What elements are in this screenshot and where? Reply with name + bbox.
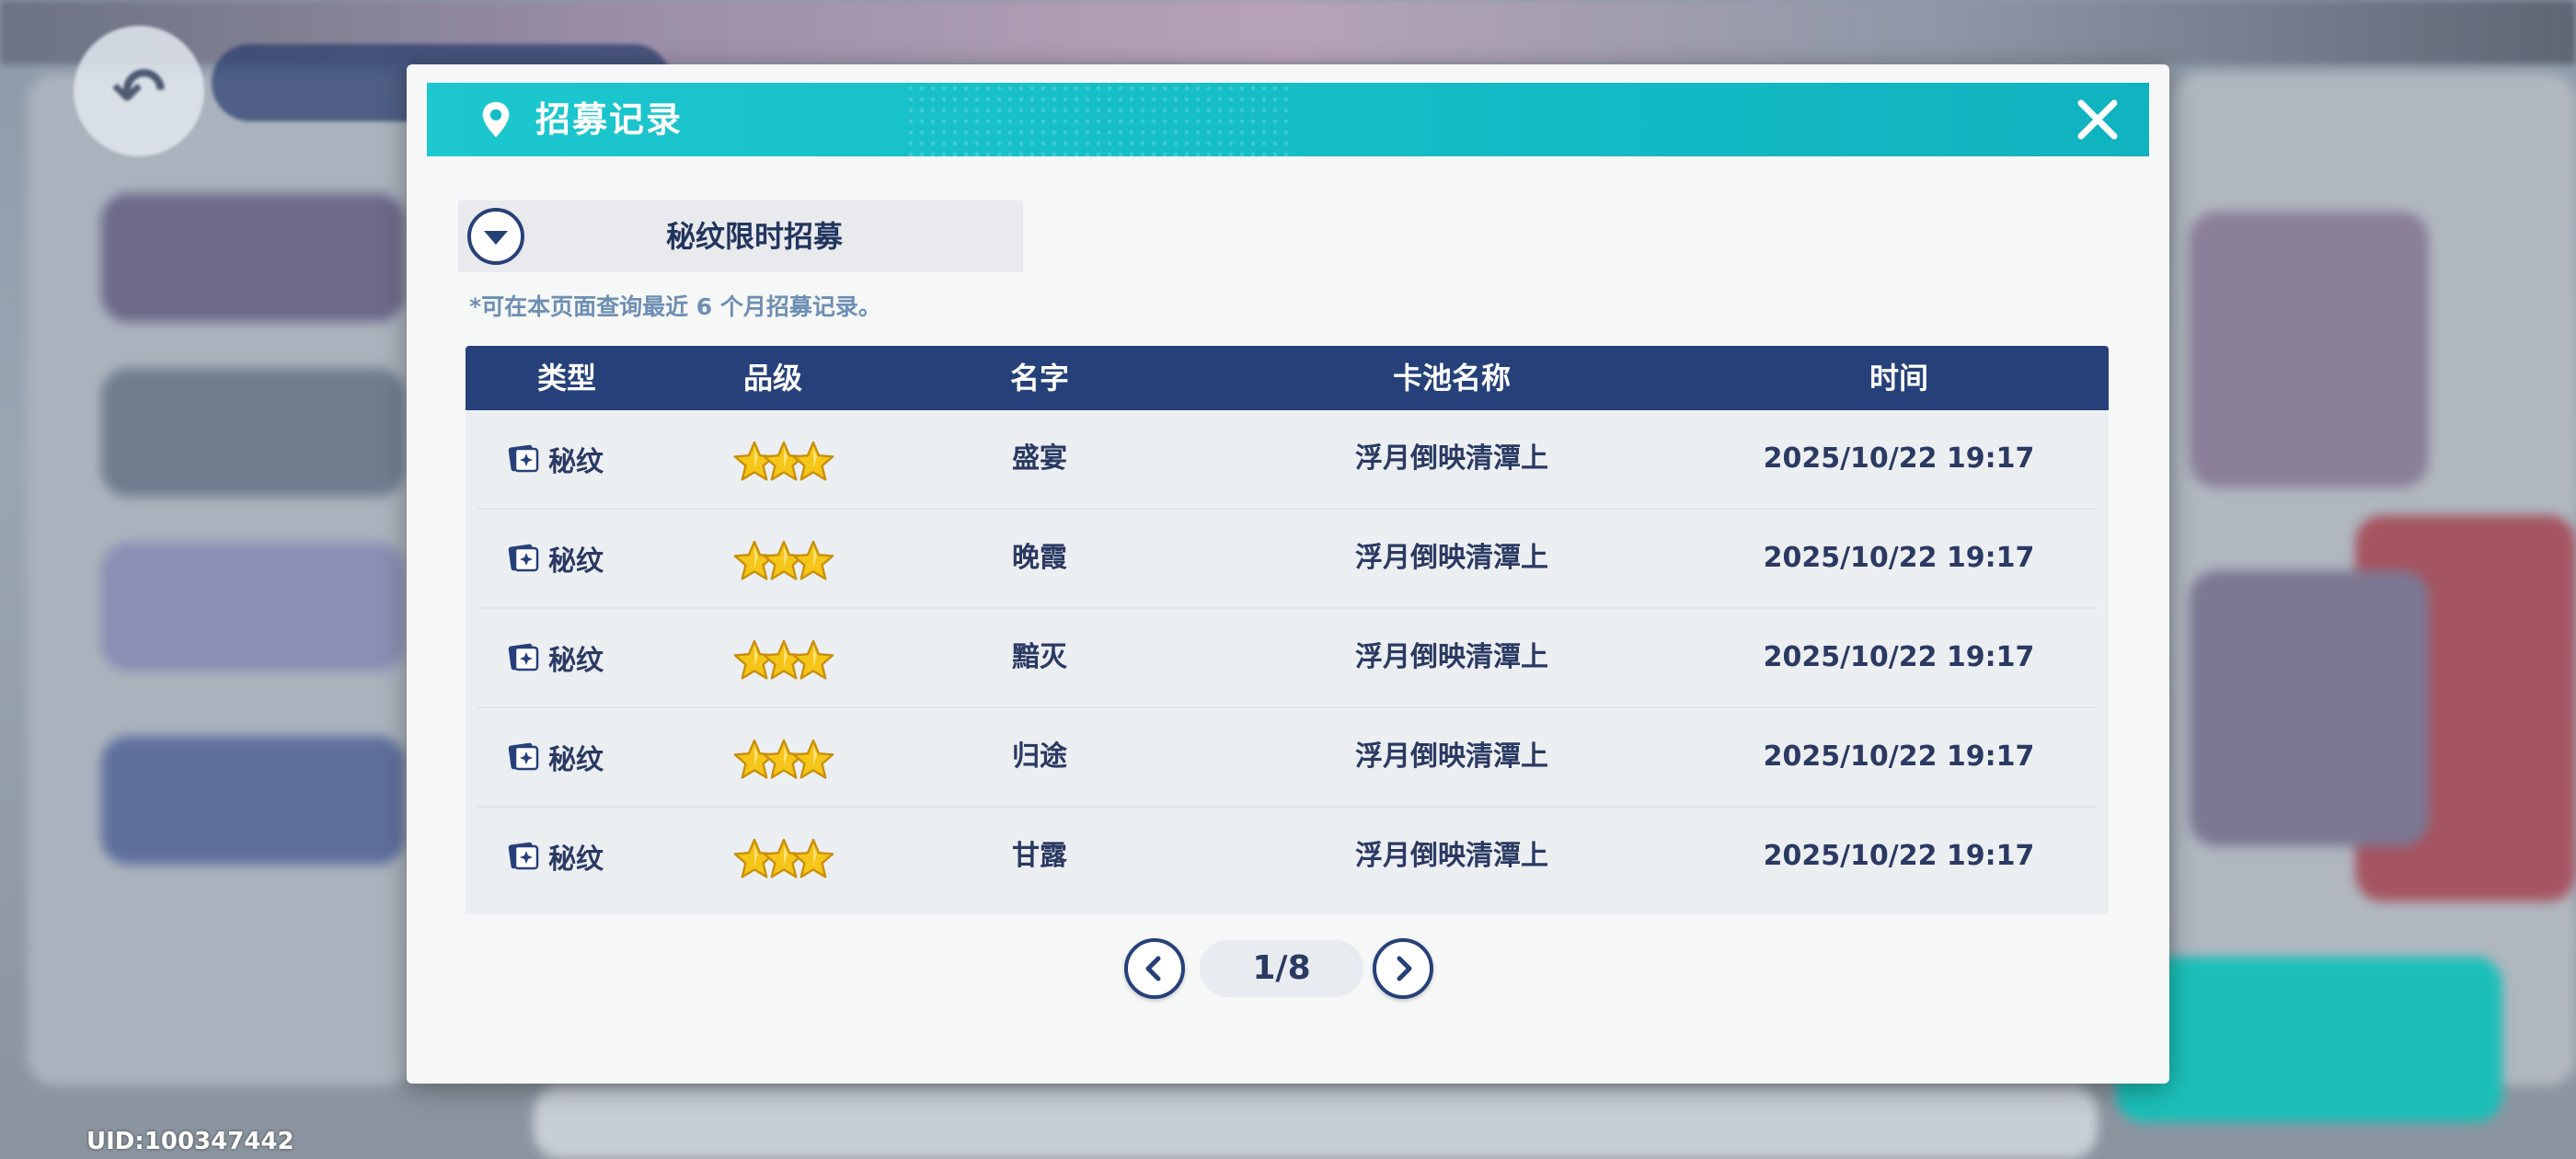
pagination: 1/8: [407, 938, 2169, 1003]
prev-page-button[interactable]: [1124, 938, 1185, 999]
dialog-title: 招募记录: [535, 99, 684, 140]
background-poster: [2190, 212, 2429, 488]
card-icon: [508, 643, 539, 671]
close-icon[interactable]: [2074, 96, 2122, 143]
item-name: 黯灭: [1012, 641, 1067, 673]
item-name: 归途: [1012, 740, 1067, 773]
type-label: 秘纹: [548, 446, 604, 478]
item-name: 晚霞: [1012, 542, 1067, 574]
record-time: 2025/10/22 19:17: [1763, 740, 2035, 773]
item-name: 盛宴: [1012, 442, 1067, 475]
table-header: 类型 品级 名字 卡池名称 时间: [466, 346, 2109, 410]
item-name: 甘露: [1012, 840, 1067, 872]
recruit-record-dialog: 招募记录 秘纹限时招募 *可在本页面查询最近 6 个月招募记录。 类型 品级 名…: [407, 64, 2169, 1084]
rarity-stars: [732, 539, 835, 581]
background-character: [2190, 570, 2429, 846]
uid-label: UID:100347442: [86, 1128, 294, 1155]
table-row: 秘纹 黯灭 浮月倒映清潭上 2025/10/22 19:17: [477, 609, 2098, 708]
type-cell: 秘纹: [506, 410, 604, 508]
column-header-type: 类型: [536, 361, 597, 396]
record-time: 2025/10/22 19:17: [1763, 442, 2035, 475]
type-cell: 秘纹: [506, 808, 604, 905]
pool-name: 浮月倒映清潭上: [1355, 442, 1548, 475]
rarity-stars: [732, 440, 835, 482]
pool-name: 浮月倒映清潭上: [1355, 840, 1548, 872]
rarity-stars: [732, 638, 835, 681]
pool-dropdown[interactable]: 秘纹限时招募: [458, 201, 1023, 272]
table-row: 秘纹 甘露 浮月倒映清潭上 2025/10/22 19:17: [477, 808, 2098, 905]
column-header-time: 时间: [1869, 361, 1929, 396]
history-notice: *可在本页面查询最近 6 个月招募记录。: [469, 293, 881, 320]
back-arrow-icon: ↶: [111, 53, 167, 129]
record-time: 2025/10/22 19:17: [1763, 542, 2035, 574]
star-icon: [792, 838, 834, 878]
type-cell: 秘纹: [506, 510, 604, 607]
background-card: [101, 736, 405, 865]
background-recruit-button: [2116, 957, 2502, 1122]
background-card: [101, 193, 405, 322]
table-row: 秘纹 盛宴 浮月倒映清潭上 2025/10/22 19:17: [477, 410, 2098, 510]
back-button[interactable]: ↶: [74, 26, 204, 156]
star-icon: [792, 441, 834, 481]
record-table: 类型 品级 名字 卡池名称 时间 秘纹 盛宴 浮月倒映清潭上 2025/10/2…: [466, 346, 2109, 914]
column-header-name: 名字: [1009, 361, 1070, 396]
pool-name: 浮月倒映清潭上: [1355, 641, 1548, 673]
rarity-stars: [732, 738, 835, 780]
column-header-rarity: 品级: [742, 361, 803, 396]
page-indicator: 1/8: [1200, 940, 1363, 997]
record-time: 2025/10/22 19:17: [1763, 840, 2035, 872]
dialog-header: 招募记录: [427, 83, 2149, 156]
location-pin-icon: [482, 101, 510, 138]
star-icon: [792, 739, 834, 779]
type-label: 秘纹: [548, 645, 604, 677]
next-page-button[interactable]: [1373, 938, 1433, 999]
card-icon: [508, 544, 539, 572]
card-icon: [508, 444, 539, 473]
record-time: 2025/10/22 19:17: [1763, 641, 2035, 673]
chevron-right-icon: [1397, 956, 1412, 981]
pool-name: 浮月倒映清潭上: [1355, 542, 1548, 574]
table-row: 秘纹 归途 浮月倒映清潭上 2025/10/22 19:17: [477, 708, 2098, 808]
star-icon: [792, 639, 834, 680]
card-icon: [508, 842, 539, 870]
table-row: 秘纹 晚霞 浮月倒映清潭上 2025/10/22 19:17: [477, 510, 2098, 609]
background-card: [101, 543, 405, 671]
type-label: 秘纹: [548, 545, 604, 578]
card-icon: [508, 742, 539, 771]
background-card: [101, 368, 405, 497]
pool-name: 浮月倒映清潭上: [1355, 740, 1548, 773]
type-label: 秘纹: [548, 744, 604, 776]
column-header-pool: 卡池名称: [1392, 361, 1512, 396]
chevron-left-icon: [1145, 956, 1161, 981]
table-body: 秘纹 盛宴 浮月倒映清潭上 2025/10/22 19:17 秘纹 晚霞 浮月倒…: [466, 410, 2109, 914]
background-bottom-buttons: [534, 1085, 2098, 1159]
rarity-stars: [732, 837, 835, 879]
type-cell: 秘纹: [506, 708, 604, 806]
star-icon: [792, 540, 834, 580]
type-label: 秘纹: [548, 843, 604, 876]
type-cell: 秘纹: [506, 609, 604, 706]
pool-dropdown-label: 秘纹限时招募: [665, 219, 843, 254]
